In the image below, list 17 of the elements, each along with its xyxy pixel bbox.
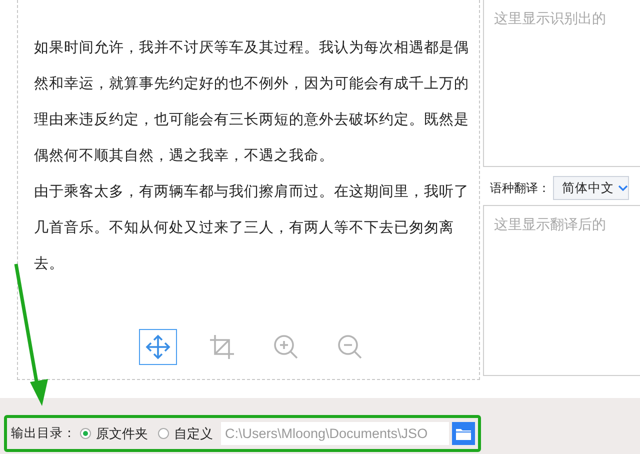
paragraph: 如果时间允许，我并不讨厌等车及其过程。我认为每次相遇都是偶然和幸运，就算事先约定好的也不例外，因为可能会有成千上万的理由来违反约定，也可能会有三长两短的意外去破坏约定。既然是偶然何不顺其自然，遇之我幸，不遇之我命。 [34,38,470,166]
radio-option[interactable]: 自定义 [158,424,213,442]
translated-text-box[interactable]: 这里显示翻译后的 [483,205,640,376]
move-icon [145,334,171,360]
crop-icon [209,334,235,360]
zoom-out-icon [337,334,363,360]
folder-icon [456,428,471,440]
recognized-text-box[interactable]: 这里显示识别出的 [483,0,640,167]
language-select[interactable]: 简体中文 [553,176,629,200]
browse-folder-button[interactable] [452,422,475,445]
language-label: 语种翻译： [490,180,550,196]
paragraph: 由于乘客太多，有两辆车都与我们擦肩而过。在这期间里，我听了几首音乐。不知从何处又过来了三人，有两人等不下去已匆匆离去。 [34,182,470,274]
radio-option[interactable]: 原文件夹 [80,424,148,442]
chevron-icon [618,184,628,192]
output-label: 输出目录： [11,425,76,442]
zoom-in-icon [273,334,299,360]
move-tool-button[interactable] [139,329,177,365]
